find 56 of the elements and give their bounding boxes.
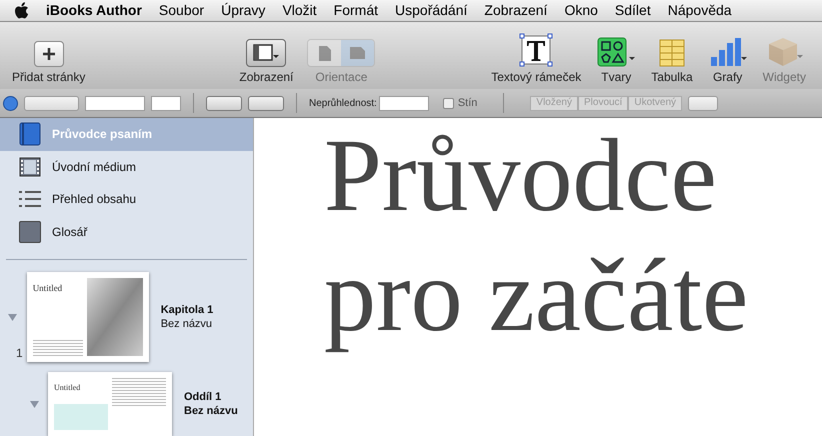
heading-text: Průvodce [324,118,718,235]
paragraph-icon[interactable] [3,96,18,110]
opacity-field[interactable] [378,96,429,110]
font-combo-box[interactable] [85,96,145,110]
sidebar-box-drawing [54,404,108,430]
heading-text: pro začáte [324,237,750,355]
apple-logo-icon[interactable] [14,2,29,19]
color-field[interactable] [151,96,181,110]
text-lines-drawing [32,340,83,356]
menu-item[interactable]: Úpravy [221,0,266,21]
page-subtitle: Bez názvu [160,317,214,332]
menu-item[interactable]: Vložit [282,0,317,21]
orientation-icon [307,39,376,67]
disclosure-triangle-icon[interactable] [30,400,39,409]
stepper-dropdown[interactable] [688,96,718,110]
text-lines-drawing [112,378,166,406]
view-icon [246,39,286,67]
disclosure-triangle-icon[interactable] [8,312,17,322]
toolbar-button[interactable]: Textový rámeček [489,26,584,83]
sidebar-item[interactable]: Úvodní médium [0,150,253,184]
table-icon [658,39,685,67]
toolbar-button[interactable]: Tabulka [649,26,695,83]
toolbar-button[interactable]: Grafy [706,26,749,83]
page-title: Kapitola 1 [160,303,214,318]
shapes-icon [597,37,636,67]
menu-item[interactable]: Zobrazení [484,0,548,21]
menu-item[interactable]: Uspořádání [395,0,468,21]
list-icon [19,190,41,208]
inspector-button[interactable] [206,96,242,110]
opacity-label: Neprůhlednost: [309,96,377,110]
frame-button[interactable] [248,96,284,110]
page-thumbnail[interactable]: Untitled [26,272,149,362]
text-box-icon [519,33,554,67]
toolbar-button[interactable]: Zobrazení [237,26,296,83]
book-icon [19,122,41,146]
page-subtitle: Bez názvu [184,404,238,418]
menu-item[interactable]: Formát [334,0,378,21]
toolbar-button[interactable]: Přidat stránky [10,26,88,83]
thumbnail-title: Untitled [32,284,64,294]
add-page-icon [34,41,64,67]
page-title: Oddíl 1 [184,390,222,404]
shadow-checkbox[interactable]: Stín [442,94,478,112]
menu-item[interactable]: Sdílet [614,0,651,21]
menu-item[interactable]: Soubor [158,0,204,21]
sidebar-item[interactable]: Glosář [0,216,253,248]
bar-chart-icon [708,37,747,67]
app-menu[interactable]: iBooks Author [46,0,142,21]
menu-item[interactable]: Nápověda [668,0,732,21]
page-thumbnail[interactable]: Untitled [48,372,172,436]
menu-item[interactable]: Okno [564,0,598,21]
page-number: 1 [16,345,23,362]
style-dropdown[interactable] [24,96,79,110]
thumbnail-title: Untitled [54,384,82,392]
film-icon [19,156,41,177]
toolbar-button[interactable]: Tvary [595,26,638,83]
sidebar-item[interactable]: Přehled obsahu [0,183,253,216]
